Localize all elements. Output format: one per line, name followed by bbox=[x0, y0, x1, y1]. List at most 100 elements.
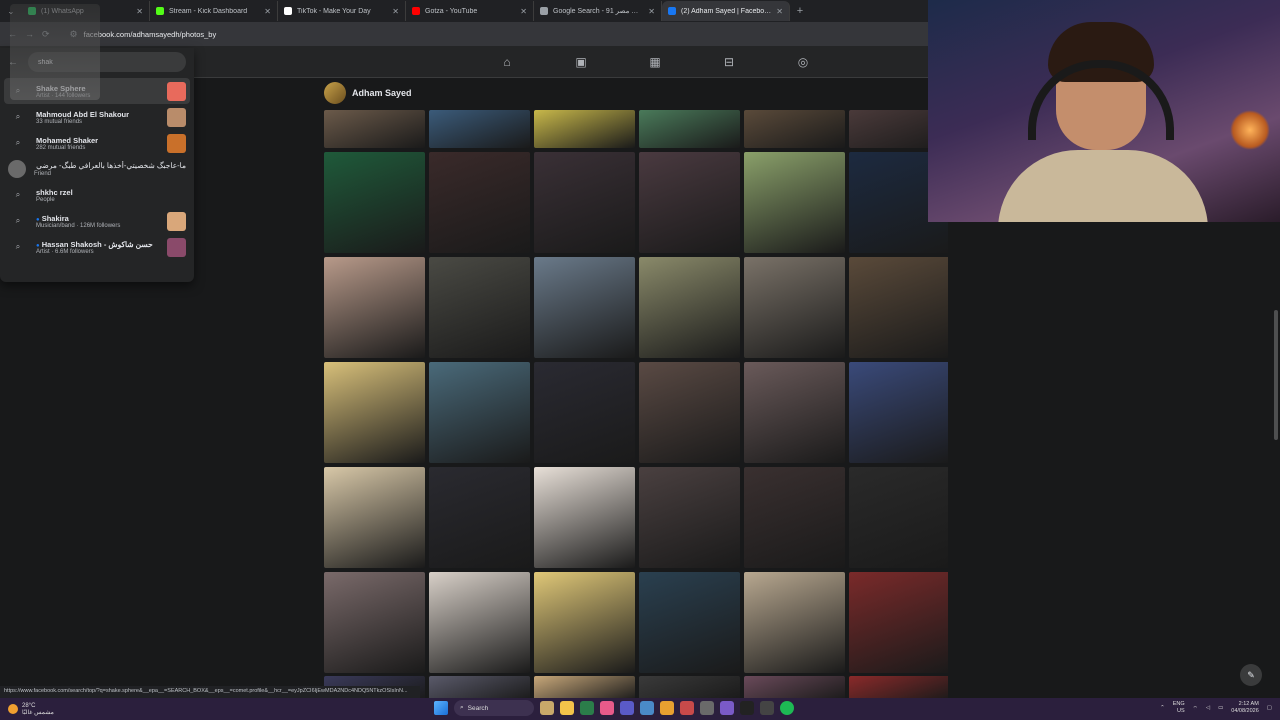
video-icon[interactable]: ▣ bbox=[544, 46, 618, 78]
result-subtitle: People bbox=[36, 196, 55, 203]
photo-thumbnail[interactable] bbox=[849, 572, 948, 673]
taskbar-app-icon[interactable] bbox=[740, 701, 754, 715]
search-result[interactable]: ⌕ ● Shakira Musician/band · 126M follower… bbox=[0, 208, 194, 234]
browser-tab[interactable]: Gotza - YouTube ✕ bbox=[406, 1, 534, 21]
home-icon[interactable]: ⌂ bbox=[470, 46, 544, 78]
photo-thumbnail[interactable] bbox=[534, 676, 635, 700]
photo-thumbnail[interactable] bbox=[744, 362, 845, 463]
photo-thumbnail[interactable] bbox=[534, 257, 635, 358]
chrome-icon[interactable] bbox=[660, 701, 674, 715]
photo-thumbnail[interactable] bbox=[324, 152, 425, 253]
close-icon[interactable]: ✕ bbox=[136, 7, 143, 16]
wifi-icon[interactable]: ⌔ bbox=[1193, 705, 1198, 712]
new-message-icon[interactable]: ✎ bbox=[1240, 664, 1262, 686]
search-result[interactable]: ما-عاجبگ شخصيتي-أخذها بالعرافي طبگ- مرضي… bbox=[0, 156, 194, 182]
photo-thumbnail[interactable] bbox=[639, 152, 740, 253]
browser-tab[interactable]: TikTok - Make Your Day ✕ bbox=[278, 1, 406, 21]
chevron-up-icon[interactable]: ⌃ bbox=[1160, 705, 1165, 711]
search-result[interactable]: ⌕ Mahmoud Abd El Shakour 33 mutual friend… bbox=[0, 104, 194, 130]
spotify-icon[interactable] bbox=[780, 701, 794, 715]
photo-thumbnail[interactable] bbox=[849, 257, 948, 358]
photo-thumbnail[interactable] bbox=[639, 467, 740, 568]
page-scrollbar[interactable] bbox=[1274, 310, 1278, 440]
search-result[interactable]: ⌕ Mohamed Shaker 282 mutual friends bbox=[0, 130, 194, 156]
photo-thumbnail[interactable] bbox=[639, 110, 740, 148]
photo-thumbnail[interactable] bbox=[534, 572, 635, 673]
photo-thumbnail[interactable] bbox=[534, 110, 635, 148]
groups-icon[interactable]: ▦ bbox=[618, 46, 692, 78]
photo-thumbnail[interactable] bbox=[429, 362, 530, 463]
marketplace-icon[interactable]: ⊟ bbox=[692, 46, 766, 78]
clock[interactable]: 2:12 AM 04/08/2026 bbox=[1231, 701, 1259, 715]
taskbar-app-icon[interactable] bbox=[580, 701, 594, 715]
result-thumbnail bbox=[167, 81, 186, 101]
profile-avatar[interactable] bbox=[324, 82, 346, 104]
photo-thumbnail[interactable] bbox=[324, 257, 425, 358]
taskbar-app-icon[interactable] bbox=[600, 701, 614, 715]
photo-thumbnail[interactable] bbox=[639, 362, 740, 463]
photo-thumbnail[interactable] bbox=[429, 676, 530, 700]
discord-icon[interactable] bbox=[720, 701, 734, 715]
photo-thumbnail[interactable] bbox=[849, 362, 948, 463]
notification-icon[interactable]: ▢ bbox=[1267, 705, 1272, 711]
photo-thumbnail[interactable] bbox=[849, 467, 948, 568]
photo-thumbnail[interactable] bbox=[744, 257, 845, 358]
volume-icon[interactable]: ◁ bbox=[1206, 705, 1210, 711]
photo-thumbnail[interactable] bbox=[429, 257, 530, 358]
taskbar-app-icon[interactable] bbox=[540, 701, 554, 715]
photo-thumbnail[interactable] bbox=[639, 572, 740, 673]
search-icon: ⌕ bbox=[15, 112, 21, 121]
taskbar-app-icon[interactable] bbox=[680, 701, 694, 715]
search-result[interactable]: ⌕ ● Hassan Shakosh - حسن شاكوش Artist · 6… bbox=[0, 234, 194, 260]
photo-thumbnail[interactable] bbox=[639, 676, 740, 700]
gaming-icon[interactable]: ◎ bbox=[766, 46, 840, 78]
streamer-overlay-small bbox=[10, 4, 100, 100]
profile-header[interactable]: Adham Sayed bbox=[324, 82, 412, 104]
photo-thumbnail[interactable] bbox=[639, 257, 740, 358]
search-result[interactable]: ⌕ shkhc rzel People bbox=[0, 182, 194, 208]
result-thumbnail bbox=[167, 237, 186, 257]
start-button[interactable] bbox=[434, 701, 448, 715]
tab-title: (2) Adham Sayed | Facebook bbox=[681, 7, 772, 15]
close-icon[interactable]: ✕ bbox=[392, 7, 399, 16]
photo-thumbnail[interactable] bbox=[744, 110, 845, 148]
taskbar-app-icon[interactable] bbox=[640, 701, 654, 715]
new-tab-button[interactable]: + bbox=[790, 5, 810, 17]
file-explorer-icon[interactable] bbox=[560, 701, 574, 715]
close-icon[interactable]: ✕ bbox=[520, 7, 527, 16]
taskbar-app-icon[interactable] bbox=[760, 701, 774, 715]
close-icon[interactable]: ✕ bbox=[648, 7, 655, 16]
taskbar-app-icon[interactable] bbox=[620, 701, 634, 715]
result-name: Shakira bbox=[41, 213, 69, 223]
language-indicator[interactable]: ENG US bbox=[1173, 701, 1185, 715]
photo-thumbnail[interactable] bbox=[429, 467, 530, 568]
profile-name[interactable]: Adham Sayed bbox=[352, 88, 412, 98]
address-bar: ← → ⟳ ⚙ facebook.com/adhamsayedh/photos_… bbox=[0, 22, 928, 46]
close-icon[interactable]: ✕ bbox=[776, 7, 783, 16]
photo-thumbnail[interactable] bbox=[324, 572, 425, 673]
photo-thumbnail[interactable] bbox=[744, 467, 845, 568]
photo-thumbnail[interactable] bbox=[324, 362, 425, 463]
tab-favicon-icon bbox=[156, 7, 164, 15]
url-text[interactable]: facebook.com/adhamsayedh/photos_by bbox=[84, 30, 217, 39]
close-icon[interactable]: ✕ bbox=[264, 7, 271, 16]
photo-thumbnail[interactable] bbox=[744, 572, 845, 673]
weather-widget[interactable]: 28°C مشمس غالبًا bbox=[0, 703, 200, 716]
photo-thumbnail[interactable] bbox=[429, 110, 530, 148]
photo-thumbnail[interactable] bbox=[429, 572, 530, 673]
photo-thumbnail[interactable] bbox=[534, 467, 635, 568]
taskbar-search[interactable]: ⌕ Search bbox=[454, 700, 534, 716]
photo-thumbnail[interactable] bbox=[744, 152, 845, 253]
battery-icon[interactable]: ▭ bbox=[1218, 705, 1223, 711]
photo-thumbnail[interactable] bbox=[534, 152, 635, 253]
taskbar-app-icon[interactable] bbox=[700, 701, 714, 715]
photo-thumbnail[interactable] bbox=[324, 110, 425, 148]
browser-tab[interactable]: (2) Adham Sayed | Facebook ✕ bbox=[662, 1, 790, 21]
photo-thumbnail[interactable] bbox=[849, 676, 948, 700]
photo-thumbnail[interactable] bbox=[744, 676, 845, 700]
browser-tab[interactable]: Google Search - رابل مصر 91 ✕ bbox=[534, 1, 662, 21]
browser-tab[interactable]: Stream - Kick Dashboard ✕ bbox=[150, 1, 278, 21]
photo-thumbnail[interactable] bbox=[324, 467, 425, 568]
photo-thumbnail[interactable] bbox=[429, 152, 530, 253]
photo-thumbnail[interactable] bbox=[534, 362, 635, 463]
